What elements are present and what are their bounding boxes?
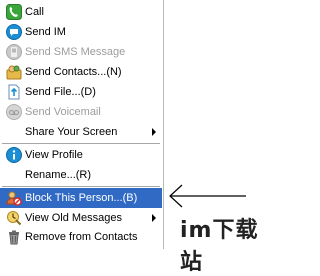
menu-item-label: Send Contacts...(N) xyxy=(25,62,122,82)
block-person-icon xyxy=(6,190,22,206)
menu-item-label: Send File...(D) xyxy=(25,82,96,102)
menu-item-call[interactable]: Call xyxy=(0,2,162,22)
menu-item-label: Rename...(R) xyxy=(25,165,91,185)
file-upload-icon xyxy=(6,84,22,100)
voicemail-icon xyxy=(6,104,22,120)
menu-item-label: Block This Person...(B) xyxy=(25,188,137,208)
menu-item-send-file[interactable]: Send File...(D) xyxy=(0,82,162,102)
menu-item-label: Send SMS Message xyxy=(25,42,125,62)
menu-item-label: Share Your Screen xyxy=(25,122,117,142)
contacts-icon xyxy=(6,64,22,80)
menu-item-label: Call xyxy=(25,2,44,22)
trash-icon xyxy=(6,229,22,245)
menu-item-remove-contact[interactable]: Remove from Contacts xyxy=(0,227,162,247)
menu-item-label: Send IM xyxy=(25,22,66,42)
menu-separator xyxy=(2,143,160,144)
annotation-arrow-icon xyxy=(166,183,246,209)
menu-item-label: Remove from Contacts xyxy=(25,227,137,247)
sms-icon xyxy=(6,44,22,60)
menu-item-send-sms[interactable]: Send SMS Message xyxy=(0,42,162,62)
menu-separator xyxy=(2,186,160,187)
menu-item-send-im[interactable]: Send IM xyxy=(0,22,162,42)
submenu-arrow-icon xyxy=(152,214,156,222)
menu-item-block-person[interactable]: Block This Person...(B) xyxy=(0,188,162,208)
chat-bubble-icon xyxy=(6,24,22,40)
menu-item-label: View Profile xyxy=(25,145,83,165)
menu-item-label: Send Voicemail xyxy=(25,102,101,122)
menu-item-label: View Old Messages xyxy=(25,208,122,228)
contact-context-menu: Call Send IM Send SMS Message Send Conta… xyxy=(0,0,164,249)
history-icon xyxy=(6,210,22,226)
call-phone-icon xyxy=(6,4,22,20)
site-watermark: im下载站 xyxy=(180,212,263,276)
submenu-arrow-icon xyxy=(152,128,156,136)
menu-item-view-old-messages[interactable]: View Old Messages xyxy=(0,208,162,228)
menu-item-send-contacts[interactable]: Send Contacts...(N) xyxy=(0,62,162,82)
menu-item-send-voicemail[interactable]: Send Voicemail xyxy=(0,102,162,122)
info-icon xyxy=(6,147,22,163)
menu-item-rename[interactable]: Rename...(R) xyxy=(0,165,162,185)
menu-item-share-screen[interactable]: Share Your Screen xyxy=(0,122,162,142)
menu-item-view-profile[interactable]: View Profile xyxy=(0,145,162,165)
